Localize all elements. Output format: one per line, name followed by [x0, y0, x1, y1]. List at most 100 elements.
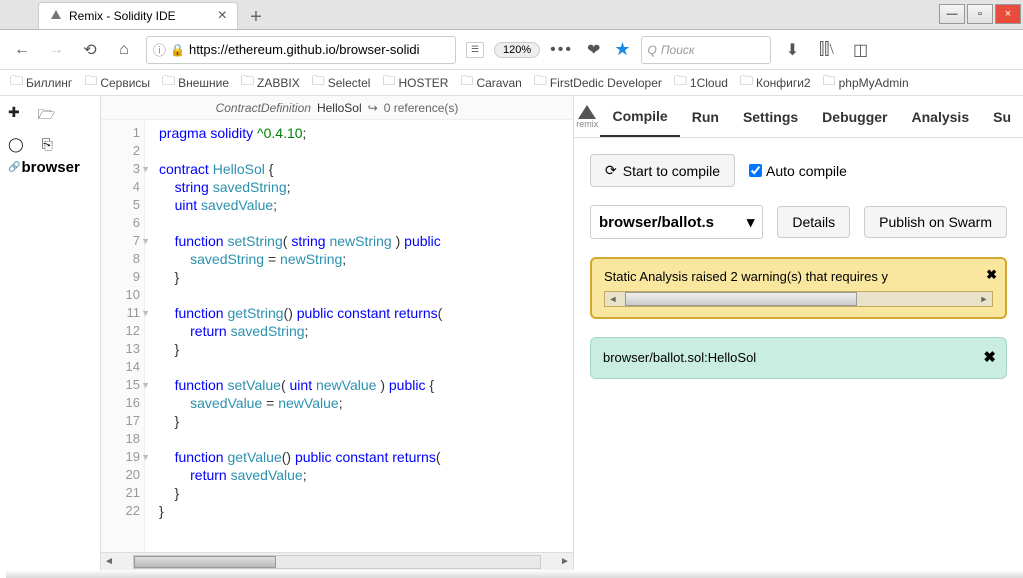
start-compile-button[interactable]: ⟳ Start to compile: [590, 154, 735, 187]
folder-icon: 🗀: [740, 72, 753, 94]
link-icon: 🔗: [8, 162, 20, 173]
scroll-right-icon[interactable]: ►: [976, 294, 992, 304]
bookmark-item[interactable]: 🗀Caravan: [460, 72, 521, 94]
scroll-left-icon[interactable]: ◄: [101, 556, 117, 567]
editor: ContractDefinition HelloSol ↪ 0 referenc…: [100, 96, 573, 570]
success-box: browser/ballot.sol:HelloSol ✖: [590, 337, 1007, 379]
breadcrumb-name: HelloSol: [317, 101, 362, 115]
browser-tab-bar: Remix - Solidity IDE × +: [0, 0, 1023, 30]
folder-icon: 🗀: [84, 72, 97, 94]
tab-analysis[interactable]: Analysis: [900, 96, 982, 137]
scroll-right-icon[interactable]: ►: [557, 556, 573, 567]
warning-scrollbar[interactable]: ◄ ►: [604, 291, 993, 307]
info-icon: ⓘ: [153, 40, 166, 59]
compile-panel: ⟳ Start to compile Auto compile browser/…: [574, 138, 1023, 395]
file-panel: ✚ 🗁 ◯ ⎘ 🔗 browser: [0, 96, 100, 570]
reader-icon[interactable]: ☰: [466, 42, 484, 58]
folder-icon: 🗀: [382, 72, 395, 94]
main-content: ✚ 🗁 ◯ ⎘ 🔗 browser ContractDefinition Hel…: [0, 96, 1023, 570]
remix-tabs: remix Compile Run Settings Debugger Anal…: [574, 96, 1023, 138]
folder-icon: 🗀: [312, 72, 325, 94]
copy-icon[interactable]: ⎘: [42, 136, 53, 153]
line-gutter: 123▼4567▼891011▼12131415▼16171819▼202122: [101, 120, 145, 552]
bookmark-item[interactable]: 🗀FirstDedic Developer: [534, 72, 662, 94]
tab-run[interactable]: Run: [680, 96, 731, 137]
forward-button[interactable]: →: [44, 38, 68, 62]
close-window-button[interactable]: ×: [995, 4, 1021, 24]
lock-icon: 🔒: [170, 43, 185, 57]
code-editor[interactable]: 123▼4567▼891011▼12131415▼16171819▼202122…: [101, 120, 573, 552]
warning-box: Static Analysis raised 2 warning(s) that…: [590, 257, 1007, 319]
scroll-thumb[interactable]: [134, 556, 276, 568]
search-icon: Q: [648, 43, 657, 57]
home-button[interactable]: ⌂: [112, 38, 136, 62]
folder-icon: 🗀: [10, 72, 23, 94]
browser-tab[interactable]: Remix - Solidity IDE ×: [38, 2, 238, 29]
bookmark-star-icon[interactable]: ★: [614, 39, 630, 60]
bookmark-item[interactable]: 🗀Внешние: [162, 72, 229, 94]
tab-support[interactable]: Su: [981, 96, 1023, 137]
bookmark-item[interactable]: 🗀Конфиги2: [740, 72, 811, 94]
search-box[interactable]: Q Поиск: [641, 36, 771, 64]
breadcrumb-type: ContractDefinition: [216, 101, 311, 115]
auto-compile-checkbox[interactable]: Auto compile: [749, 163, 847, 179]
file-tree-root[interactable]: browser: [21, 159, 79, 176]
new-tab-button[interactable]: +: [244, 5, 268, 29]
code-content[interactable]: pragma solidity ^0.4.10; contract HelloS…: [145, 120, 573, 552]
editor-hscrollbar[interactable]: ◄ ►: [101, 552, 573, 570]
zoom-level[interactable]: 120%: [494, 42, 540, 58]
github-icon[interactable]: ◯: [8, 136, 24, 153]
remix-panel: remix Compile Run Settings Debugger Anal…: [573, 96, 1023, 570]
downloads-icon[interactable]: ⬇: [781, 38, 805, 62]
remix-logo: remix: [574, 105, 600, 129]
scroll-left-icon[interactable]: ◄: [605, 294, 621, 304]
success-close-icon[interactable]: ✖: [983, 348, 996, 366]
bookmark-item[interactable]: 🗀1Cloud: [674, 72, 728, 94]
success-text: browser/ballot.sol:HelloSol: [603, 350, 756, 365]
scroll-thumb[interactable]: [625, 292, 857, 306]
warning-close-icon[interactable]: ✖: [986, 267, 997, 283]
folder-icon: 🗀: [241, 72, 254, 94]
minimize-button[interactable]: —: [939, 4, 965, 24]
folder-icon: 🗀: [674, 72, 687, 94]
share-icon: ↪: [368, 101, 378, 115]
bookmark-item[interactable]: 🗀phpMyAdmin: [823, 72, 909, 94]
tab-settings[interactable]: Settings: [731, 96, 810, 137]
maximize-button[interactable]: ▫: [967, 4, 993, 24]
more-icon[interactable]: •••: [550, 41, 573, 59]
chevron-down-icon: ▾: [747, 213, 755, 231]
bookmark-item[interactable]: 🗀Selectel: [312, 72, 371, 94]
folder-icon: 🗀: [534, 72, 547, 94]
open-folder-icon[interactable]: 🗁: [38, 104, 55, 128]
bookmarks-bar: 🗀Биллинг 🗀Сервисы 🗀Внешние 🗀ZABBIX 🗀Sele…: [0, 70, 1023, 96]
folder-icon: 🗀: [823, 72, 836, 94]
tab-title: Remix - Solidity IDE: [69, 9, 176, 23]
tab-close-icon[interactable]: ×: [218, 7, 227, 25]
back-button[interactable]: ←: [10, 38, 34, 62]
bookmark-item[interactable]: 🗀Сервисы: [84, 72, 150, 94]
contract-select[interactable]: browser/ballot.s ▾: [590, 205, 763, 239]
shield-icon[interactable]: ❤: [587, 40, 600, 60]
warning-text: Static Analysis raised 2 warning(s) that…: [604, 269, 888, 284]
reload-button[interactable]: ⟲: [78, 38, 102, 62]
bookmark-item[interactable]: 🗀ZABBIX: [241, 72, 300, 94]
tab-compile[interactable]: Compile: [600, 96, 679, 137]
publish-swarm-button[interactable]: Publish on Swarm: [864, 206, 1007, 238]
window-controls: — ▫ ×: [939, 4, 1021, 24]
details-button[interactable]: Details: [777, 206, 850, 238]
library-icon[interactable]: ⫿⫿\: [815, 38, 839, 62]
scroll-track[interactable]: [133, 555, 541, 569]
url-text: https://ethereum.github.io/browser-solid…: [189, 42, 420, 57]
auto-compile-input[interactable]: [749, 164, 762, 177]
tab-debugger[interactable]: Debugger: [810, 96, 899, 137]
new-file-icon[interactable]: ✚: [8, 104, 20, 128]
browser-nav-bar: ← → ⟲ ⌂ ⓘ 🔒 https://ethereum.github.io/b…: [0, 30, 1023, 70]
url-bar[interactable]: ⓘ 🔒 https://ethereum.github.io/browser-s…: [146, 36, 456, 64]
bookmark-item[interactable]: 🗀Биллинг: [10, 72, 72, 94]
sidebar-icon[interactable]: ◫: [849, 38, 873, 62]
tab-favicon: [49, 9, 63, 23]
refresh-icon: ⟳: [605, 162, 617, 179]
search-placeholder: Поиск: [661, 43, 695, 57]
bookmark-item[interactable]: 🗀HOSTER: [382, 72, 448, 94]
folder-icon: 🗀: [460, 72, 473, 94]
